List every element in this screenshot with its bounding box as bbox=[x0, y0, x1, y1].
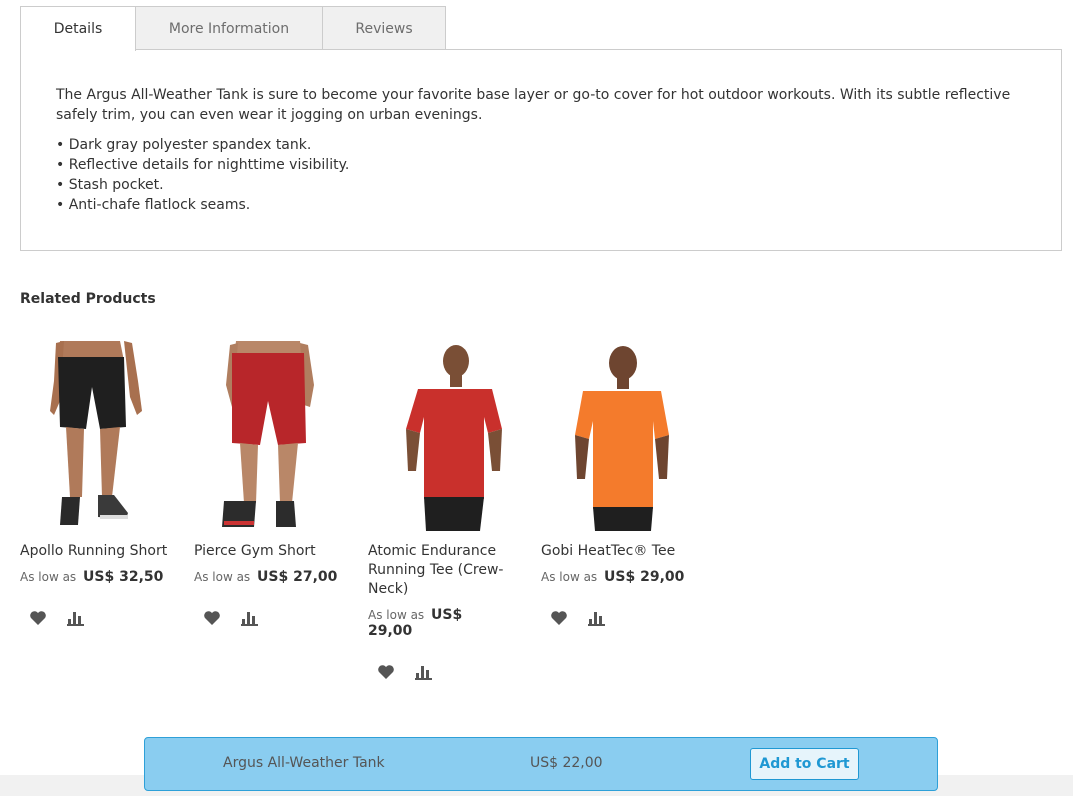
sticky-product-price: US$ 22,00 bbox=[530, 755, 603, 771]
tab-details[interactable]: Details bbox=[20, 6, 136, 51]
product-card: Apollo Running Short As low as US$ 32,50 bbox=[20, 341, 180, 627]
product-image[interactable] bbox=[368, 341, 528, 531]
feature-item: Dark gray polyester spandex tank. bbox=[56, 135, 1027, 155]
heart-icon[interactable] bbox=[376, 662, 395, 681]
sticky-product-name: Argus All-Weather Tank bbox=[223, 755, 385, 771]
feature-item: Stash pocket. bbox=[56, 175, 1027, 195]
product-actions bbox=[541, 608, 701, 627]
product-actions bbox=[194, 608, 354, 627]
product-price: US$ 32,50 bbox=[83, 569, 164, 585]
product-card: Gobi HeatTec® Tee As low as US$ 29,00 bbox=[541, 341, 701, 627]
product-card: Atomic Endurance Running Tee (Crew-Neck)… bbox=[368, 341, 508, 681]
product-description: The Argus All-Weather Tank is sure to be… bbox=[56, 87, 1011, 123]
compare-bars-icon[interactable] bbox=[240, 608, 259, 627]
price-prefix: As low as bbox=[368, 608, 425, 622]
price-prefix: As low as bbox=[194, 570, 251, 584]
product-image[interactable] bbox=[20, 341, 180, 531]
product-photo-pierce-short bbox=[194, 341, 354, 531]
tab-reviews[interactable]: Reviews bbox=[322, 6, 446, 50]
feature-item: Anti-chafe flatlock seams. bbox=[56, 195, 1027, 215]
product-name[interactable]: Pierce Gym Short bbox=[194, 542, 354, 561]
product-name[interactable]: Apollo Running Short bbox=[20, 542, 180, 561]
heart-icon[interactable] bbox=[28, 608, 47, 627]
price-box: As low as US$ 27,00 bbox=[194, 569, 354, 585]
product-image[interactable] bbox=[194, 341, 354, 531]
price-box: As low as US$ 32,50 bbox=[20, 569, 180, 585]
tab-more-information[interactable]: More Information bbox=[135, 6, 323, 50]
product-info-tabs: Details More Information Reviews The Arg… bbox=[20, 6, 1062, 251]
price-prefix: As low as bbox=[541, 570, 598, 584]
feature-item: Reflective details for nighttime visibil… bbox=[56, 155, 1027, 175]
product-actions bbox=[368, 662, 508, 681]
tab-list: Details More Information Reviews bbox=[20, 6, 1062, 51]
product-name[interactable]: Gobi HeatTec® Tee bbox=[541, 542, 701, 561]
add-to-cart-button[interactable]: Add to Cart bbox=[750, 748, 859, 780]
price-prefix: As low as bbox=[20, 570, 77, 584]
compare-bars-icon[interactable] bbox=[587, 608, 606, 627]
product-photo-gobi-tee bbox=[541, 341, 701, 531]
product-name[interactable]: Atomic Endurance Running Tee (Crew-Neck) bbox=[368, 542, 508, 599]
product-actions bbox=[20, 608, 180, 627]
price-box: As low as US$ 29,00 bbox=[541, 569, 701, 585]
product-photo-apollo-short bbox=[20, 341, 180, 531]
product-image[interactable] bbox=[541, 341, 701, 531]
heart-icon[interactable] bbox=[202, 608, 221, 627]
heart-icon[interactable] bbox=[549, 608, 568, 627]
product-price: US$ 29,00 bbox=[604, 569, 685, 585]
product-price: US$ 27,00 bbox=[257, 569, 338, 585]
product-card: Pierce Gym Short As low as US$ 27,00 bbox=[194, 341, 354, 627]
related-products-title: Related Products bbox=[20, 291, 156, 307]
details-panel: The Argus All-Weather Tank is sure to be… bbox=[20, 49, 1062, 251]
compare-bars-icon[interactable] bbox=[66, 608, 85, 627]
sticky-add-to-cart-bar: Argus All-Weather Tank US$ 22,00 Add to … bbox=[144, 737, 938, 791]
compare-bars-icon[interactable] bbox=[414, 662, 433, 681]
feature-list: Dark gray polyester spandex tank. Reflec… bbox=[56, 135, 1027, 215]
price-box: As low as US$ 29,00 bbox=[368, 607, 508, 639]
product-photo-atomic-tee bbox=[368, 341, 508, 531]
